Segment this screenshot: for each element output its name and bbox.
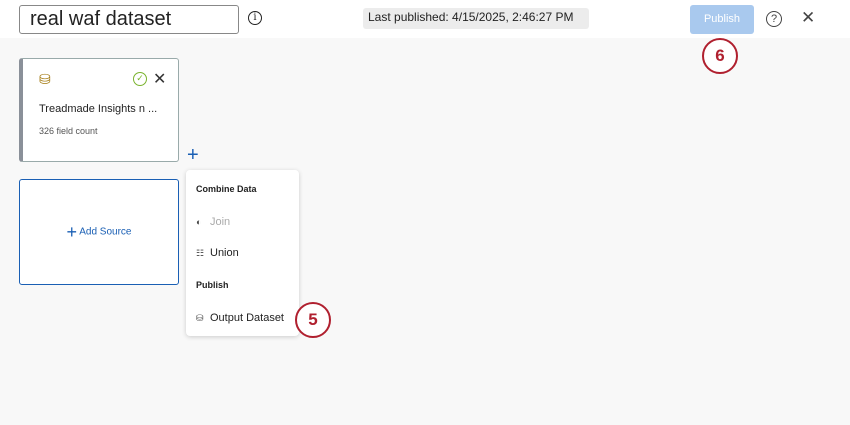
- output-dataset-label: Output Dataset: [210, 312, 284, 324]
- step-badge-5: 5: [295, 302, 331, 338]
- last-published-status: Last published: 4/15/2025, 2:46:27 PM: [363, 8, 589, 29]
- dataset-title-input[interactable]: real waf dataset: [19, 5, 239, 34]
- top-bar: real waf dataset i Last published: 4/15/…: [0, 0, 850, 38]
- join-icon: ◐: [196, 217, 202, 227]
- menu-item-join[interactable]: ◐ Join: [196, 216, 230, 228]
- add-source-button[interactable]: + Add Source: [19, 179, 179, 285]
- database-import-icon: ⛁: [39, 71, 51, 87]
- source-card[interactable]: ⛁ ✓ ✕ Treadmade Insights n ... 326 field…: [19, 58, 179, 162]
- publish-button[interactable]: Publish: [690, 5, 754, 34]
- plus-icon: +: [66, 222, 77, 242]
- join-label: Join: [210, 216, 231, 228]
- add-source-label: Add Source: [79, 226, 132, 238]
- info-icon[interactable]: i: [248, 11, 262, 25]
- help-icon[interactable]: ?: [766, 11, 782, 27]
- source-name: Treadmade Insights n ...: [39, 103, 158, 115]
- close-icon[interactable]: ✕: [801, 8, 815, 28]
- check-circle-icon: ✓: [133, 72, 147, 86]
- menu-item-union[interactable]: ☷ Union: [196, 247, 239, 259]
- publish-heading: Publish: [196, 280, 229, 290]
- menu-item-output-dataset[interactable]: ⛁ Output Dataset: [196, 312, 284, 324]
- union-label: Union: [210, 247, 239, 259]
- combine-data-heading: Combine Data: [196, 184, 257, 194]
- step-badge-6: 6: [702, 38, 738, 74]
- add-step-plus-icon[interactable]: +: [187, 144, 199, 167]
- remove-source-icon[interactable]: ✕: [153, 69, 166, 89]
- union-icon: ☷: [196, 248, 205, 258]
- field-count: 326 field count: [39, 126, 98, 136]
- database-icon: ⛁: [196, 313, 204, 323]
- step-menu: Combine Data ◐ Join ☷ Union Publish ⛁ Outpu…: [186, 170, 299, 336]
